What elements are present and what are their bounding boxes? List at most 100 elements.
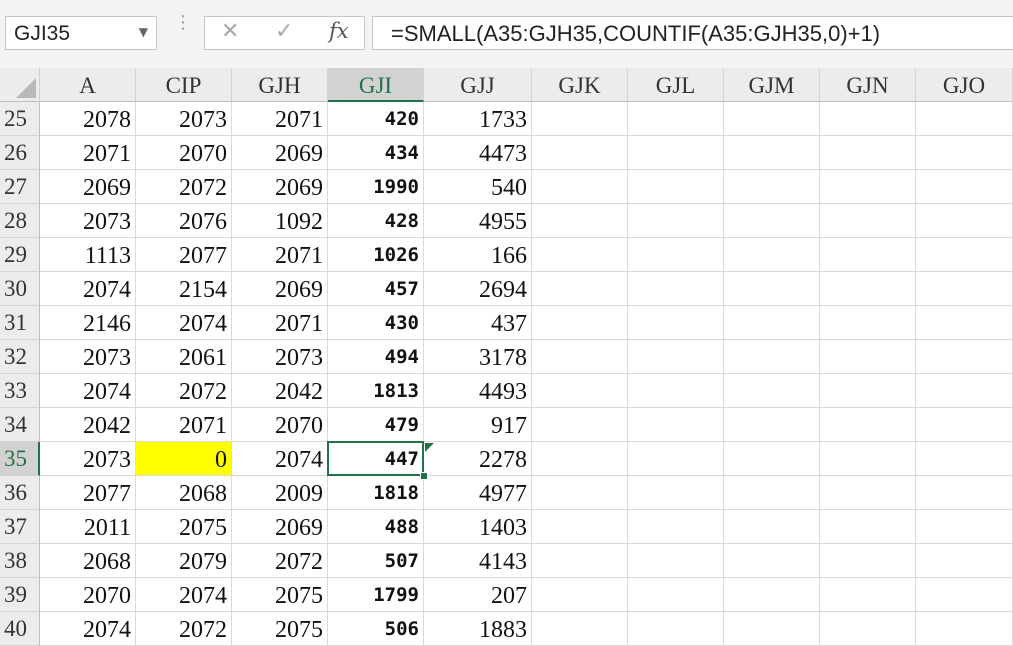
row-header-38[interactable]: 38 — [0, 544, 40, 578]
cell-a36[interactable]: 2077 — [40, 476, 136, 510]
cell-gjo32[interactable] — [916, 340, 1013, 374]
cell-gjl37[interactable] — [628, 510, 724, 544]
cell-gji39[interactable]: 1799 — [328, 578, 424, 612]
cell-gjn39[interactable] — [820, 578, 916, 612]
cell-gjo36[interactable] — [916, 476, 1013, 510]
cell-gjk32[interactable] — [532, 340, 628, 374]
cell-cip34[interactable]: 2071 — [136, 408, 232, 442]
cell-gjl32[interactable] — [628, 340, 724, 374]
cell-gjj31[interactable]: 437 — [424, 306, 532, 340]
cell-gjm40[interactable] — [724, 612, 820, 646]
cell-a35[interactable]: 2073 — [40, 442, 136, 476]
cell-cip38[interactable]: 2079 — [136, 544, 232, 578]
cell-gjo29[interactable] — [916, 238, 1013, 272]
cell-gjj32[interactable]: 3178 — [424, 340, 532, 374]
cell-gji28[interactable]: 428 — [328, 204, 424, 238]
cell-gjl28[interactable] — [628, 204, 724, 238]
cell-gjm25[interactable] — [724, 102, 820, 136]
cell-gjh38[interactable]: 2072 — [232, 544, 328, 578]
cell-a38[interactable]: 2068 — [40, 544, 136, 578]
cell-gjj29[interactable]: 166 — [424, 238, 532, 272]
cell-gjm32[interactable] — [724, 340, 820, 374]
cell-gji26[interactable]: 434 — [328, 136, 424, 170]
cell-gjh32[interactable]: 2073 — [232, 340, 328, 374]
cell-gjh28[interactable]: 1092 — [232, 204, 328, 238]
cell-gjm39[interactable] — [724, 578, 820, 612]
cell-gjk39[interactable] — [532, 578, 628, 612]
cell-gjh29[interactable]: 2071 — [232, 238, 328, 272]
cell-cip39[interactable]: 2074 — [136, 578, 232, 612]
cell-gjh35[interactable]: 2074 — [232, 442, 328, 476]
cell-gjl40[interactable] — [628, 612, 724, 646]
column-header-gjl[interactable]: GJL — [628, 68, 724, 102]
cell-gjm27[interactable] — [724, 170, 820, 204]
row-header-32[interactable]: 32 — [0, 340, 40, 374]
row-header-26[interactable]: 26 — [0, 136, 40, 170]
cell-gjl36[interactable] — [628, 476, 724, 510]
cell-gji32[interactable]: 494 — [328, 340, 424, 374]
cell-gjl33[interactable] — [628, 374, 724, 408]
cell-gjm26[interactable] — [724, 136, 820, 170]
cell-cip37[interactable]: 2075 — [136, 510, 232, 544]
cell-gjh25[interactable]: 2071 — [232, 102, 328, 136]
row-header-33[interactable]: 33 — [0, 374, 40, 408]
column-header-gjn[interactable]: GJN — [820, 68, 916, 102]
cell-a31[interactable]: 2146 — [40, 306, 136, 340]
cell-a37[interactable]: 2011 — [40, 510, 136, 544]
cell-gjn31[interactable] — [820, 306, 916, 340]
cell-gjj27[interactable]: 540 — [424, 170, 532, 204]
more-options-icon[interactable]: ⋮ — [174, 14, 192, 32]
cell-gjh39[interactable]: 2075 — [232, 578, 328, 612]
cell-gjk29[interactable] — [532, 238, 628, 272]
cell-gjh33[interactable]: 2042 — [232, 374, 328, 408]
cell-gjk35[interactable] — [532, 442, 628, 476]
cell-gjo25[interactable] — [916, 102, 1013, 136]
cell-gjk38[interactable] — [532, 544, 628, 578]
cell-gjj33[interactable]: 4493 — [424, 374, 532, 408]
cell-gjo39[interactable] — [916, 578, 1013, 612]
cell-gjm35[interactable] — [724, 442, 820, 476]
check-icon[interactable]: ✓ — [275, 19, 293, 44]
cell-cip33[interactable]: 2072 — [136, 374, 232, 408]
cell-gjh40[interactable]: 2075 — [232, 612, 328, 646]
cell-a33[interactable]: 2074 — [40, 374, 136, 408]
row-header-37[interactable]: 37 — [0, 510, 40, 544]
row-header-35[interactable]: 35 — [0, 442, 40, 476]
cell-gjn36[interactable] — [820, 476, 916, 510]
column-header-gji[interactable]: GJI — [328, 68, 424, 102]
chevron-down-icon[interactable]: ▼ — [139, 25, 148, 39]
cell-cip35[interactable]: 0 — [136, 442, 232, 476]
cell-gjh37[interactable]: 2069 — [232, 510, 328, 544]
cell-gjn25[interactable] — [820, 102, 916, 136]
cell-gji40[interactable]: 506 — [328, 612, 424, 646]
cell-cip25[interactable]: 2073 — [136, 102, 232, 136]
cell-gji31[interactable]: 430 — [328, 306, 424, 340]
cell-gjk31[interactable] — [532, 306, 628, 340]
cell-gjn35[interactable] — [820, 442, 916, 476]
cell-cip26[interactable]: 2070 — [136, 136, 232, 170]
cell-gjn38[interactable] — [820, 544, 916, 578]
cell-cip30[interactable]: 2154 — [136, 272, 232, 306]
cell-gjm33[interactable] — [724, 374, 820, 408]
cell-gjo27[interactable] — [916, 170, 1013, 204]
cell-gjn40[interactable] — [820, 612, 916, 646]
cell-gjj36[interactable]: 4977 — [424, 476, 532, 510]
cell-gjk25[interactable] — [532, 102, 628, 136]
cell-a27[interactable]: 2069 — [40, 170, 136, 204]
cell-cip29[interactable]: 2077 — [136, 238, 232, 272]
row-header-31[interactable]: 31 — [0, 306, 40, 340]
cell-gji38[interactable]: 507 — [328, 544, 424, 578]
cell-gjj38[interactable]: 4143 — [424, 544, 532, 578]
cell-gjo28[interactable] — [916, 204, 1013, 238]
cell-gjk28[interactable] — [532, 204, 628, 238]
column-header-cip[interactable]: CIP — [136, 68, 232, 102]
column-header-gjk[interactable]: GJK — [532, 68, 628, 102]
cell-a28[interactable]: 2073 — [40, 204, 136, 238]
cell-gjk30[interactable] — [532, 272, 628, 306]
cell-gjj37[interactable]: 1403 — [424, 510, 532, 544]
insert-function-icon[interactable]: fx — [329, 19, 349, 43]
name-box[interactable]: GJI35 ▼ — [5, 16, 157, 50]
error-indicator-icon[interactable] — [425, 443, 434, 452]
cell-cip28[interactable]: 2076 — [136, 204, 232, 238]
cell-gji34[interactable]: 479 — [328, 408, 424, 442]
